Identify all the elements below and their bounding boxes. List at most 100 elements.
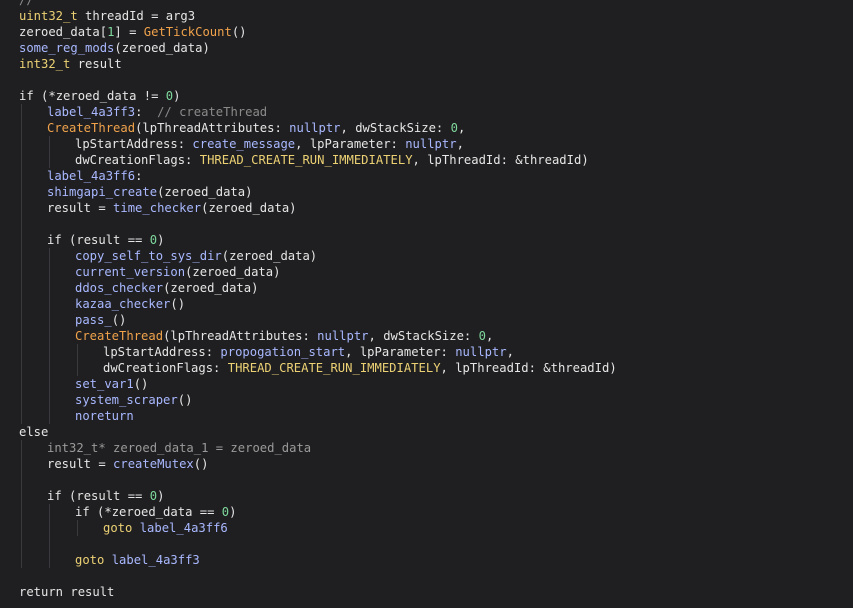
code-token: dwCreationFlags:: [75, 153, 200, 167]
code-token: (): [111, 313, 127, 327]
code-line[interactable]: else: [19, 424, 48, 440]
code-token: ,: [485, 329, 494, 343]
code-token: (): [133, 377, 149, 391]
code-token: ,: [506, 345, 514, 359]
code-token: , dwStackSize:: [368, 329, 479, 343]
indent-guide: [21, 104, 22, 424]
code-line[interactable]: //: [19, 0, 34, 8]
code-token: &threadId): [515, 153, 589, 167]
code-token: , lpThreadId:: [412, 153, 516, 167]
code-line[interactable]: int32_t* zeroed_data_1 = zeroed_data: [47, 440, 311, 456]
code-line[interactable]: shimgapi_create(zeroed_data): [47, 184, 252, 200]
code-token: (): [231, 25, 247, 39]
code-token: ): [157, 489, 165, 503]
code-line[interactable]: goto label_4a3ff3: [75, 552, 200, 568]
code-token: (zeroed_data): [157, 185, 253, 199]
code-token: //: [19, 0, 34, 7]
code-line[interactable]: some_reg_mods(zeroed_data): [19, 40, 210, 56]
code-token: ): [173, 89, 181, 103]
code-line[interactable]: goto label_4a3ff6: [103, 520, 228, 536]
code-token: THREAD_CREATE_RUN_IMMEDIATELY: [227, 361, 441, 375]
code-token: ): [229, 505, 237, 519]
code-token: ,: [457, 121, 466, 135]
code-line[interactable]: zeroed_data[1] = GetTickCount(): [19, 24, 247, 40]
code-line[interactable]: copy_self_to_sys_dir(zeroed_data): [75, 248, 317, 264]
code-line[interactable]: if (*zeroed_data != 0): [19, 88, 180, 104]
code-line[interactable]: pass_(): [75, 312, 126, 328]
code-token: set_var1: [75, 377, 134, 391]
code-token: (result ==: [61, 489, 150, 503]
code-token: (lpThreadAttributes:: [135, 121, 290, 135]
indent-guide: [49, 504, 50, 568]
code-token: ] =: [114, 25, 144, 39]
code-token: goto: [103, 521, 133, 535]
code-line[interactable]: label_4a3ff6:: [47, 168, 142, 184]
code-line[interactable]: lpStartAddress: propogation_start, lpPar…: [103, 344, 514, 360]
code-line[interactable]: current_version(zeroed_data): [75, 264, 280, 280]
code-token: label_4a3ff3: [47, 105, 136, 119]
code-token: copy_self_to_sys_dir: [75, 249, 222, 263]
code-token: 0: [165, 89, 174, 103]
code-line[interactable]: if (result == 0): [47, 232, 164, 248]
code-line[interactable]: uint32_t threadId = arg3: [19, 8, 195, 24]
code-line[interactable]: label_4a3ff3: // createThread: [47, 104, 267, 120]
code-line[interactable]: return result: [19, 584, 114, 600]
code-token: result: [63, 585, 115, 599]
code-token: noreturn: [75, 409, 134, 423]
indent-guide: [21, 440, 22, 568]
decompiled-code-view[interactable]: //uint32_t threadId = arg3 zeroed_data[1]…: [0, 0, 853, 608]
code-token: shimgapi_create: [47, 185, 158, 199]
code-line[interactable]: set_var1(): [75, 376, 148, 392]
code-token: (zeroed_data): [114, 41, 210, 55]
code-token: nullptr: [317, 329, 369, 343]
code-line[interactable]: int32_t result: [19, 56, 122, 72]
code-token: CreateThread: [47, 121, 136, 135]
code-token: current_version: [75, 265, 186, 279]
code-token: 0: [478, 329, 486, 343]
code-token: 0: [221, 505, 230, 519]
code-token: (lpThreadAttributes:: [163, 329, 318, 343]
code-line[interactable]: if (result == 0): [47, 488, 164, 504]
code-token: if: [19, 89, 34, 103]
code-token: zeroed_data: [19, 25, 100, 39]
code-token: result: [70, 57, 122, 71]
code-line[interactable]: kazaa_checker(): [75, 296, 185, 312]
code-token: result =: [47, 201, 114, 215]
code-line[interactable]: dwCreationFlags: THREAD_CREATE_RUN_IMMED…: [103, 360, 617, 376]
code-line[interactable]: CreateThread(lpThreadAttributes: nullptr…: [47, 120, 465, 136]
code-line[interactable]: ddos_checker(zeroed_data): [75, 280, 258, 296]
code-token: nullptr: [455, 345, 507, 359]
code-token: if: [75, 505, 90, 519]
code-token: (result ==: [61, 233, 150, 247]
code-line[interactable]: noreturn: [75, 408, 134, 424]
code-line[interactable]: if (*zeroed_data == 0): [75, 504, 236, 520]
code-token: label_4a3ff6: [139, 521, 228, 535]
code-token: , dwStackSize:: [340, 121, 451, 135]
code-line[interactable]: dwCreationFlags: THREAD_CREATE_RUN_IMMED…: [75, 152, 589, 168]
code-token: &threadId): [543, 361, 617, 375]
code-token: (zeroed_data): [221, 249, 318, 263]
code-line[interactable]: result = createMutex(): [47, 456, 208, 472]
code-line[interactable]: CreateThread(lpThreadAttributes: nullptr…: [75, 328, 493, 344]
code-token: (*zeroed_data !=: [33, 89, 166, 103]
code-token: label_4a3ff6: [47, 169, 136, 183]
code-token: kazaa_checker: [75, 297, 171, 311]
code-token: return: [19, 585, 64, 599]
code-token: (*zeroed_data ==: [89, 505, 222, 519]
code-line[interactable]: result = time_checker(zeroed_data): [47, 200, 297, 216]
code-token: , lpParameter:: [295, 137, 406, 151]
code-line[interactable]: system_scraper(): [75, 392, 192, 408]
code-token: propogation_start: [220, 345, 346, 359]
code-token: // createThread: [157, 105, 268, 119]
code-line[interactable]: lpStartAddress: create_message, lpParame…: [75, 136, 464, 152]
code-token: some_reg_mods: [19, 41, 115, 55]
code-token: dwCreationFlags:: [103, 361, 228, 375]
code-token: CreateThread: [75, 329, 164, 343]
code-token: [: [99, 25, 108, 39]
code-token: , lpParameter:: [345, 345, 456, 359]
code-token: ,: [456, 137, 464, 151]
code-token: GetTickCount: [143, 25, 232, 39]
code-token: (zeroed_data): [163, 281, 259, 295]
